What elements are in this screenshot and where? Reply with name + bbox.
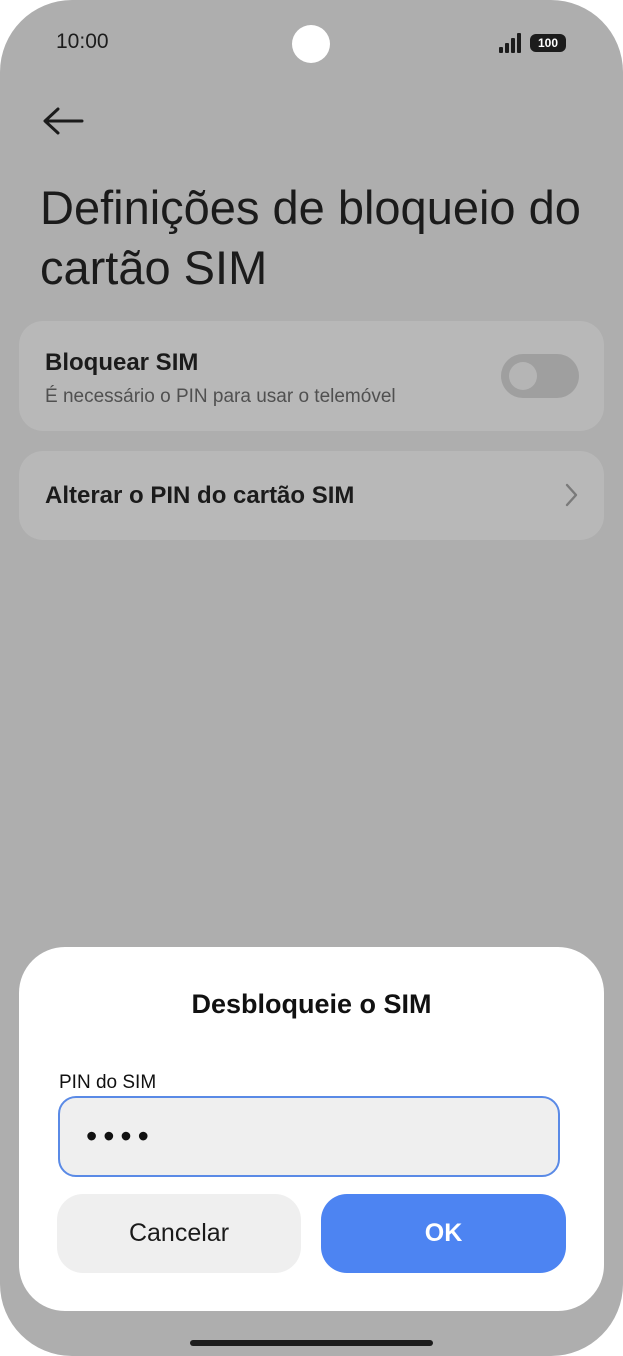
- page-title: Definições de bloqueio do cartão SIM: [40, 181, 581, 294]
- dialog-title: Desbloqueie o SIM: [191, 989, 432, 1019]
- toggle-knob: [509, 362, 537, 390]
- back-button[interactable]: [40, 100, 88, 144]
- chevron-right-icon: [565, 483, 578, 507]
- signal-icon: [499, 33, 523, 53]
- lock-sim-subtitle: É necessário o PIN para usar o telemóvel: [45, 386, 396, 407]
- arrow-left-icon: [43, 107, 84, 135]
- pin-field-label: PIN do SIM: [59, 1072, 157, 1093]
- pin-input-value: ••••: [86, 1118, 155, 1154]
- lock-sim-setting[interactable]: Bloquear SIM É necessário o PIN para usa…: [19, 321, 604, 431]
- lock-sim-title: Bloquear SIM: [45, 349, 199, 376]
- battery-icon: 100: [530, 34, 566, 52]
- phone-screen: 10:00 100 Definições de bloqueio do cart…: [0, 0, 623, 1356]
- pin-input[interactable]: ••••: [58, 1096, 560, 1177]
- change-pin-title: Alterar o PIN do cartão SIM: [45, 482, 355, 509]
- cancel-button[interactable]: Cancelar: [57, 1194, 301, 1273]
- camera-cutout: [292, 25, 330, 63]
- unlock-sim-dialog: Desbloqueie o SIM PIN do SIM •••• Cancel…: [19, 947, 604, 1311]
- change-pin-setting[interactable]: Alterar o PIN do cartão SIM: [19, 451, 604, 540]
- home-indicator[interactable]: [190, 1340, 433, 1346]
- ok-button[interactable]: OK: [321, 1194, 566, 1273]
- lock-sim-toggle[interactable]: [501, 354, 579, 398]
- status-time: 10:00: [56, 30, 109, 53]
